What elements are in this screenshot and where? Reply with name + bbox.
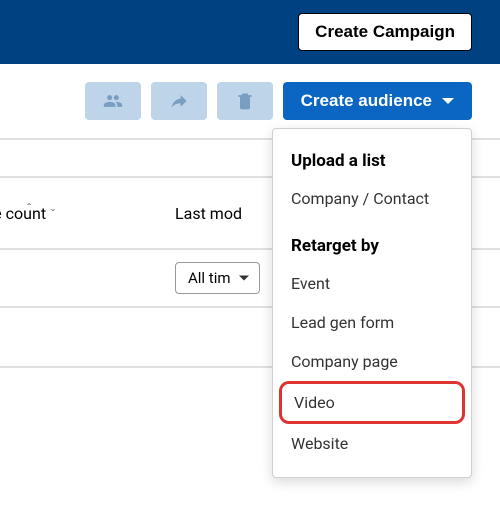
dropdown-section-retarget: Retarget by [273,228,471,264]
create-audience-button[interactable]: Create audience [283,82,472,120]
people-icon [103,91,123,111]
create-audience-label: Create audience [301,91,432,111]
create-campaign-button[interactable]: Create Campaign [298,13,472,51]
chevron-down-icon [442,98,454,104]
time-filter-select[interactable]: All tim [175,262,260,294]
dropdown-item-company-contact[interactable]: Company / Contact [273,179,471,218]
dropdown-item-company-page[interactable]: Company page [273,342,471,381]
trash-icon-button[interactable] [217,82,273,120]
dropdown-item-lead-gen-form[interactable]: Lead gen form [273,303,471,342]
dropdown-item-website[interactable]: Website [273,424,471,463]
dropdown-item-event[interactable]: Event [273,264,471,303]
trash-icon [235,91,255,111]
sort-icon: ˆˇ [50,207,56,220]
top-header: Create Campaign [0,0,500,64]
content-area: nce count ˆˇ Last mod All tim Upload a l… [0,140,500,368]
dropdown-section-upload: Upload a list [273,143,471,179]
create-audience-dropdown: Upload a list Company / Contact Retarget… [272,128,472,478]
dropdown-item-video[interactable]: Video [279,381,465,424]
share-icon-button[interactable] [151,82,207,120]
people-icon-button[interactable] [85,82,141,120]
column-header-count[interactable]: nce count ˆˇ [0,204,175,223]
share-icon [169,91,189,111]
